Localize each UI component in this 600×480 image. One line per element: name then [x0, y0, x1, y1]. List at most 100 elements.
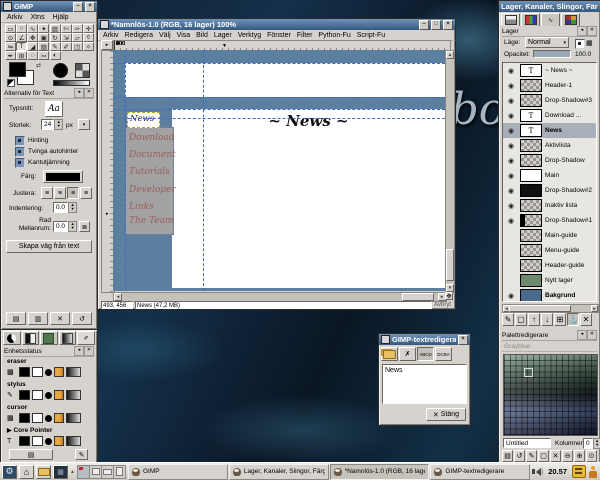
pencil-tool[interactable]: ✎	[50, 42, 61, 51]
layer-visibility-icon[interactable]	[505, 202, 517, 210]
text-editor-textarea[interactable]: News	[382, 364, 467, 404]
delete-color-button[interactable]: ✕	[550, 450, 561, 462]
layer-visibility-icon[interactable]	[505, 172, 517, 180]
clock[interactable]: 20.57	[545, 467, 570, 476]
checkbox[interactable]	[15, 158, 25, 168]
ink-tool[interactable]: ✒	[5, 51, 16, 60]
crop-tool[interactable]: ▣	[38, 33, 49, 42]
toolbox-menu-item[interactable]: Xtns	[27, 14, 49, 21]
layer-visibility-icon[interactable]	[505, 292, 517, 300]
image-menu-item[interactable]: Arkiv	[100, 32, 122, 39]
blend-tool[interactable]: ▨	[38, 42, 49, 51]
layer-visibility-icon[interactable]	[505, 127, 517, 135]
panel-menu-icon[interactable]: ◂	[577, 26, 587, 36]
text-editor-titlebar[interactable]: GIMP-textredigerare ×	[379, 334, 470, 345]
device-pattern-icon[interactable]	[54, 436, 64, 446]
line-spacing-spinner[interactable]: 0.0▲▼	[53, 221, 77, 232]
ltr-direction-button[interactable]: ABCD	[417, 347, 434, 361]
save-options-button[interactable]: ▤	[6, 312, 26, 325]
zoom-all-button[interactable]: ⊙	[586, 450, 597, 462]
layer-row[interactable]: Drop-Shadow	[503, 153, 596, 168]
colormap-tab[interactable]	[561, 13, 580, 27]
brush-indicator[interactable]	[53, 63, 68, 78]
layer-visibility-icon[interactable]	[505, 82, 517, 90]
layer-visibility-icon[interactable]	[505, 97, 517, 105]
justify-right-button[interactable]: ≡	[54, 187, 66, 199]
select-by-color-tool[interactable]: ▧	[50, 24, 61, 33]
paths-tab[interactable]: ∿	[541, 13, 560, 27]
checkbox[interactable]	[15, 136, 25, 146]
dock-titlebar[interactable]: Lager, Kanaler, Slingor, Färgkarta | Pal…	[499, 1, 600, 12]
navigation-button[interactable]: ✥	[445, 292, 453, 300]
device-bg-swatch[interactable]	[32, 390, 43, 400]
panel-menu-icon[interactable]: ◂	[74, 346, 84, 356]
minimize-button[interactable]: –	[73, 2, 83, 12]
text-color-button[interactable]	[43, 170, 83, 183]
panel-close-icon[interactable]: ✕	[84, 88, 94, 98]
terminal-launcher-icon[interactable]: ▦	[53, 465, 68, 479]
brushes-tab[interactable]	[22, 331, 40, 345]
airbrush-tool[interactable]: ✧	[83, 42, 94, 51]
palette-entry-name[interactable]: Untitled	[503, 438, 551, 448]
desktop-pager[interactable]	[77, 465, 126, 479]
magnify-tool[interactable]: ⊙	[5, 33, 16, 42]
device-bg-swatch[interactable]	[32, 413, 43, 423]
device-status-tab[interactable]: ✐	[77, 331, 95, 345]
image-menu-item[interactable]: Verktyg	[235, 32, 264, 39]
device-fg-swatch[interactable]	[19, 436, 30, 446]
flip-tool[interactable]: ⇋	[5, 42, 16, 51]
perspective-tool[interactable]: ◊	[83, 33, 94, 42]
layer-row[interactable]: Header-1	[503, 78, 596, 93]
image-menu-item[interactable]: Välj	[156, 32, 174, 39]
layer-row[interactable]: Drop-Shadow#2	[503, 183, 596, 198]
panel-close-icon[interactable]: ✕	[587, 26, 597, 36]
paintbrush-tool[interactable]: ✐	[61, 42, 72, 51]
device-bg-swatch[interactable]	[32, 436, 43, 446]
size-spinner[interactable]: 24▲▼	[41, 119, 63, 130]
mode-dropdown[interactable]: Normal▾	[525, 37, 569, 48]
opacity-slider[interactable]	[533, 50, 571, 58]
pager-desktop-4[interactable]	[114, 466, 125, 478]
edit-color-button[interactable]: ✎	[526, 450, 537, 462]
device-fg-swatch[interactable]	[19, 367, 30, 377]
device-fg-swatch[interactable]	[19, 413, 30, 423]
device-gradient-icon[interactable]	[66, 367, 81, 377]
color-area[interactable]: ⇄	[7, 62, 47, 86]
documents-launcher-icon[interactable]	[36, 465, 51, 479]
volume-tray-icon[interactable]: )	[532, 468, 543, 476]
layer-row[interactable]: Aktivlista	[503, 138, 596, 153]
keep-transparency-checkbox[interactable]	[575, 39, 585, 49]
scale-tool[interactable]: ⇲	[61, 33, 72, 42]
new-layer-button[interactable]: ▢	[515, 313, 527, 326]
create-path-button[interactable]: Skapa väg från text	[6, 240, 92, 253]
colors-tab[interactable]	[3, 331, 21, 345]
paths-tool[interactable]: ✑	[72, 24, 83, 33]
move-tool[interactable]: ✥	[27, 33, 38, 42]
convolve-tool[interactable]: ◌	[27, 51, 38, 60]
eraser-tool[interactable]: ◫	[72, 42, 83, 51]
smudge-tool[interactable]: ∾	[38, 51, 49, 60]
save-device-status-button[interactable]: ▤	[9, 449, 53, 460]
task-button[interactable]: *Namnlös-1.0 (RGB, 16 lager) 10	[330, 464, 430, 480]
maximize-button[interactable]: □	[431, 20, 441, 30]
edit-device-button[interactable]: ✎	[75, 449, 88, 460]
save-palette-button[interactable]: ▤	[502, 450, 513, 462]
image-menu-item[interactable]: Redigera	[122, 32, 156, 39]
k-menu-button[interactable]: ⚙	[2, 465, 17, 479]
layer-visibility-icon[interactable]	[505, 67, 517, 75]
layer-row[interactable]: Inaktiv lista	[503, 198, 596, 213]
close-button[interactable]: ×	[443, 20, 453, 30]
pager-desktop-2[interactable]	[90, 466, 102, 478]
close-button[interactable]: ×	[85, 2, 95, 12]
image-menu-item[interactable]: Lager	[211, 32, 235, 39]
layer-visibility-icon[interactable]	[505, 112, 517, 120]
pattern-indicator[interactable]	[75, 63, 90, 78]
panel-menu-icon[interactable]: ◂	[577, 330, 587, 340]
gradients-tab[interactable]	[59, 331, 77, 345]
layer-row[interactable]: Nytt lager	[503, 273, 596, 288]
edit-layer-button[interactable]: ✎	[502, 313, 514, 326]
foreground-color-swatch[interactable]	[9, 62, 26, 77]
layer-row[interactable]: Main	[503, 168, 596, 183]
tray-person-icon[interactable]	[588, 466, 598, 478]
fuzzy-select-tool[interactable]: ✦	[38, 24, 49, 33]
